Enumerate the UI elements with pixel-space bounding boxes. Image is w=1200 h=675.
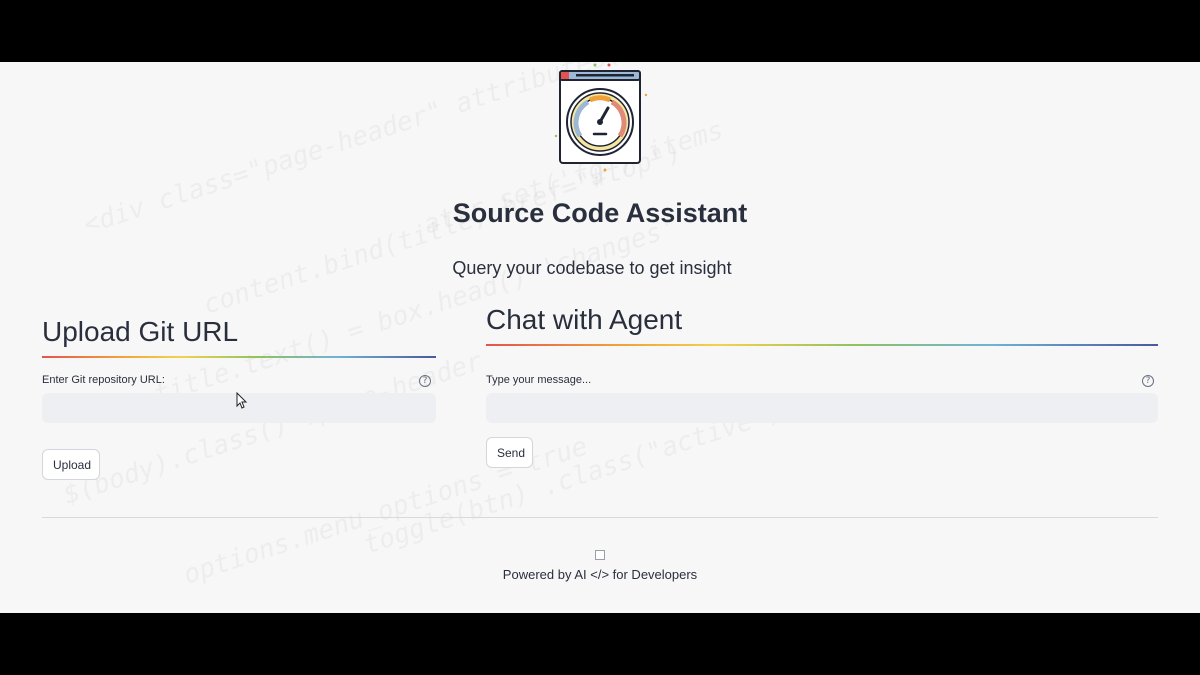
chat-section-heading: Chat with Agent <box>486 304 683 335</box>
upload-section-heading: Upload Git URL <box>42 316 239 347</box>
mouse-cursor-icon <box>236 392 248 409</box>
app-subtitle: Query your codebase to get insight <box>452 258 732 278</box>
send-button[interactable]: Send <box>486 437 533 468</box>
speedometer-window-icon <box>554 63 648 172</box>
footer-divider <box>42 517 1158 518</box>
footer-text: Powered by AI </> for Developers <box>502 567 698 582</box>
git-url-label: Enter Git repository URL: <box>42 374 165 386</box>
upload-button[interactable]: Upload <box>42 449 100 480</box>
app-canvas: <div class="page-header" attributes("tit… <box>0 62 1200 613</box>
message-input[interactable] <box>486 393 1158 423</box>
question-circle-icon[interactable]: ? <box>419 375 431 387</box>
broken-image-icon <box>595 550 605 560</box>
upload-heading-divider <box>42 356 436 358</box>
message-label: Type your message... <box>486 374 592 386</box>
question-circle-icon[interactable]: ? <box>1142 375 1154 387</box>
app-title: Source Code Assistant <box>452 198 748 228</box>
chat-heading-divider <box>486 344 1158 346</box>
